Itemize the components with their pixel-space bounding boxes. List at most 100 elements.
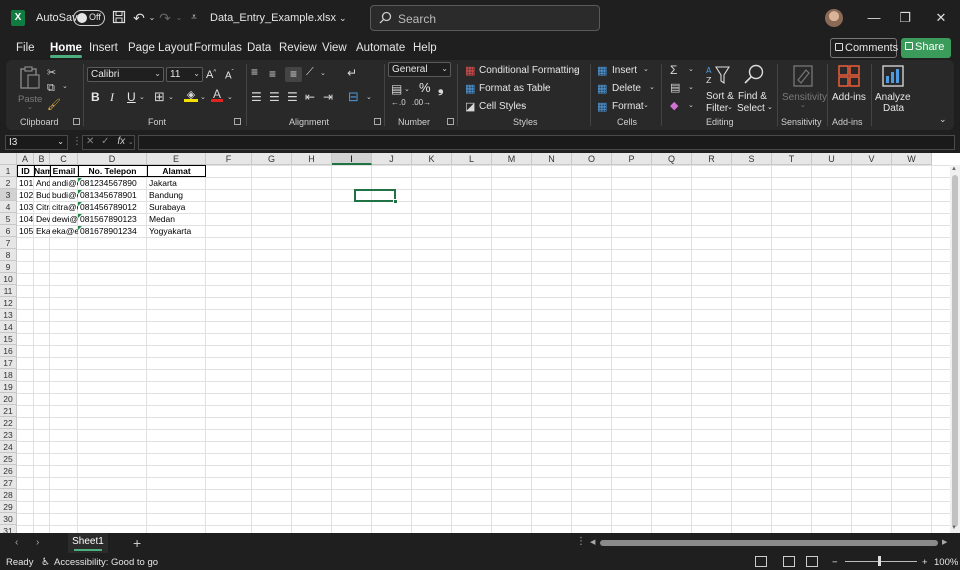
table-cell[interactable]: Eka	[34, 225, 50, 237]
format-as-table-icon[interactable]: ▦	[465, 82, 475, 95]
column-header-d[interactable]: D	[78, 153, 147, 165]
borders-dropdown-icon[interactable]: ⌄	[168, 93, 174, 101]
tab-home[interactable]: Home	[50, 42, 82, 58]
bottom-align-icon[interactable]: ≡	[285, 67, 302, 82]
row-header-7[interactable]: 7	[0, 237, 17, 249]
table-cell[interactable]: andi@email.com	[50, 177, 78, 189]
column-header-w[interactable]: W	[892, 153, 932, 165]
column-header-k[interactable]: K	[412, 153, 452, 165]
zoom-level[interactable]: 100%	[934, 557, 958, 568]
increase-indent-icon[interactable]: ⇥	[323, 90, 333, 104]
underline-button[interactable]: U	[127, 90, 136, 104]
share-button[interactable]: Share	[901, 38, 951, 58]
row-header-19[interactable]: 19	[0, 381, 17, 393]
zoom-in-icon[interactable]: +	[922, 557, 928, 568]
confirm-entry-icon[interactable]: ✓	[101, 136, 109, 147]
font-launcher-icon[interactable]	[234, 118, 241, 125]
row-header-24[interactable]: 24	[0, 441, 17, 453]
merge-dropdown-icon[interactable]: ⌄	[366, 93, 372, 101]
italic-button[interactable]: I	[110, 90, 114, 105]
clear-dropdown-icon[interactable]: ⌄	[688, 101, 694, 109]
row-header-4[interactable]: 4	[0, 201, 17, 213]
row-header-20[interactable]: 20	[0, 393, 17, 405]
align-right-icon[interactable]: ☰	[287, 90, 298, 104]
customize-qat-icon[interactable]: ⩡	[186, 10, 202, 26]
row-header-6[interactable]: 6	[0, 225, 17, 237]
comments-button[interactable]: Comments	[830, 38, 898, 58]
autosave-toggle[interactable]: Off	[73, 10, 105, 26]
row-header-18[interactable]: 18	[0, 369, 17, 381]
row-header-17[interactable]: 17	[0, 357, 17, 369]
prev-sheet-icon[interactable]: ‹	[15, 537, 18, 548]
page-layout-view-icon[interactable]	[783, 556, 795, 567]
row-header-3[interactable]: 3	[0, 189, 17, 201]
add-ins-button[interactable]: Add-ins	[829, 62, 867, 114]
row-header-15[interactable]: 15	[0, 333, 17, 345]
tab-insert[interactable]: Insert	[89, 42, 118, 54]
table-cell[interactable]: 103	[17, 201, 34, 213]
column-header-p[interactable]: P	[612, 153, 652, 165]
user-avatar[interactable]	[825, 9, 843, 27]
scroll-right-icon[interactable]: ▶	[942, 538, 947, 546]
delete-cells-icon[interactable]: ▦	[597, 82, 607, 95]
accessibility-status[interactable]: Accessibility: Good to go	[54, 557, 158, 568]
page-break-view-icon[interactable]	[806, 556, 818, 567]
normal-view-icon[interactable]	[755, 556, 767, 567]
table-cell[interactable]: 081234567890	[78, 177, 147, 189]
copy-icon[interactable]: ⧉	[47, 82, 55, 95]
format-cells-button[interactable]: Format	[612, 101, 644, 112]
column-header-a[interactable]: A	[17, 153, 34, 165]
accounting-dropdown-icon[interactable]: ⌄	[404, 85, 410, 93]
cut-icon[interactable]: ✂	[47, 66, 56, 79]
accounting-format-icon[interactable]: ▤	[391, 82, 402, 96]
row-header-5[interactable]: 5	[0, 213, 17, 225]
redo-dropdown-icon[interactable]: ⌄	[171, 10, 187, 26]
insert-cells-icon[interactable]: ▦	[597, 64, 607, 77]
row-header-2[interactable]: 2	[0, 177, 17, 189]
sheet-tab-sheet1[interactable]: Sheet1	[68, 533, 108, 553]
table-cell[interactable]: budi@email.com	[50, 189, 78, 201]
tab-view[interactable]: View	[322, 42, 347, 54]
comma-style-icon[interactable]: ❟	[438, 79, 444, 96]
tab-automate[interactable]: Automate	[356, 42, 405, 54]
table-cell[interactable]: Citra	[34, 201, 50, 213]
chevron-down-icon[interactable]: ⌄	[543, 83, 549, 91]
table-cell[interactable]: Bandung	[147, 189, 206, 201]
fx-dropdown-icon[interactable]: ⌄	[128, 139, 134, 146]
table-cell[interactable]: Yogyakarta	[147, 225, 206, 237]
insert-cells-button[interactable]: Insert	[612, 65, 637, 76]
formula-input[interactable]	[138, 135, 955, 150]
chevron-down-icon[interactable]: ⌄	[649, 83, 655, 91]
clear-icon[interactable]: ◆	[670, 99, 678, 112]
tab-file[interactable]: File	[16, 42, 35, 54]
conditional-formatting-icon[interactable]: ▦	[465, 64, 475, 77]
align-center-icon[interactable]: ☰	[269, 90, 280, 104]
vertical-scroll-thumb[interactable]	[952, 175, 958, 527]
scroll-down-icon[interactable]: ▼	[951, 525, 957, 531]
font-color-icon[interactable]: A	[211, 87, 223, 102]
save-icon[interactable]	[111, 10, 127, 26]
decrease-decimal-icon[interactable]: .00→	[412, 98, 431, 107]
tab-page-layout[interactable]: Page Layout	[128, 42, 193, 54]
restore-icon[interactable]: ❐	[897, 10, 913, 26]
column-header-n[interactable]: N	[532, 153, 572, 165]
top-align-icon[interactable]: ≡	[251, 65, 258, 79]
row-header-29[interactable]: 29	[0, 501, 17, 513]
column-header-e[interactable]: E	[147, 153, 206, 165]
row-header-21[interactable]: 21	[0, 405, 17, 417]
format-as-table-button[interactable]: Format as Table	[479, 83, 551, 94]
accessibility-icon[interactable]: ♿	[41, 557, 50, 568]
zoom-slider-thumb[interactable]	[878, 556, 881, 566]
tab-review[interactable]: Review	[279, 42, 317, 54]
number-as-text-warning-icon[interactable]	[78, 178, 82, 182]
fill-icon[interactable]: ▤	[670, 81, 680, 94]
chevron-down-icon[interactable]: ⌄	[643, 101, 649, 109]
table-cell[interactable]: Dewi	[34, 213, 50, 225]
column-header-m[interactable]: M	[492, 153, 532, 165]
decrease-indent-icon[interactable]: ⇤	[305, 90, 315, 104]
column-header-i[interactable]: I	[332, 153, 372, 165]
collapse-ribbon-icon[interactable]: ⌄	[939, 114, 947, 125]
cell-styles-icon[interactable]: ◪	[465, 100, 475, 113]
row-header-16[interactable]: 16	[0, 345, 17, 357]
chevron-down-icon[interactable]: ⌄	[520, 101, 526, 109]
